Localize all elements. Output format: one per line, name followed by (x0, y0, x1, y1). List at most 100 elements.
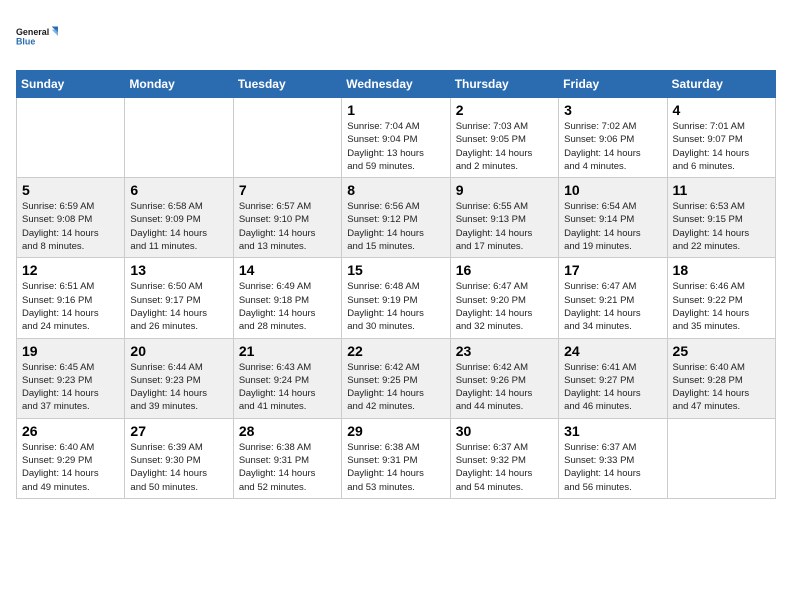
day-number: 24 (564, 343, 661, 359)
day-info: Sunrise: 6:38 AM Sunset: 9:31 PM Dayligh… (347, 441, 444, 494)
day-number: 14 (239, 262, 336, 278)
day-number: 27 (130, 423, 227, 439)
day-number: 8 (347, 182, 444, 198)
day-info: Sunrise: 6:41 AM Sunset: 9:27 PM Dayligh… (564, 361, 661, 414)
day-number: 22 (347, 343, 444, 359)
calendar-cell: 12Sunrise: 6:51 AM Sunset: 9:16 PM Dayli… (17, 258, 125, 338)
day-info: Sunrise: 6:59 AM Sunset: 9:08 PM Dayligh… (22, 200, 119, 253)
week-row-2: 5Sunrise: 6:59 AM Sunset: 9:08 PM Daylig… (17, 178, 776, 258)
calendar-cell (667, 418, 775, 498)
day-number: 3 (564, 102, 661, 118)
day-number: 11 (673, 182, 770, 198)
calendar-cell: 28 Sunrise: 6:38 AM Sunset: 9:31 PM Dayli… (233, 418, 341, 498)
day-number: 15 (347, 262, 444, 278)
day-number: 13 (130, 262, 227, 278)
col-header-monday: Monday (125, 71, 233, 98)
calendar-cell: 19 Sunrise: 6:45 AM Sunset: 9:23 PM Dayli… (17, 338, 125, 418)
week-row-1: 1 Sunrise: 7:04 AM Sunset: 9:04 PM Daylig… (17, 98, 776, 178)
calendar-cell: 17 Sunrise: 6:47 AM Sunset: 9:21 PM Dayli… (559, 258, 667, 338)
day-info: Sunrise: 6:56 AM Sunset: 9:12 PM Dayligh… (347, 200, 444, 253)
calendar-cell: 13 Sunrise: 6:50 AM Sunset: 9:17 PM Dayli… (125, 258, 233, 338)
calendar-cell: 4 Sunrise: 7:01 AM Sunset: 9:07 PM Daylig… (667, 98, 775, 178)
page-header: General Blue (16, 16, 776, 58)
logo: General Blue (16, 16, 58, 58)
day-number: 9 (456, 182, 553, 198)
logo-svg: General Blue (16, 16, 58, 58)
calendar-cell: 25 Sunrise: 6:40 AM Sunset: 9:28 PM Dayli… (667, 338, 775, 418)
col-header-saturday: Saturday (667, 71, 775, 98)
calendar-header-row: SundayMondayTuesdayWednesdayThursdayFrid… (17, 71, 776, 98)
day-number: 17 (564, 262, 661, 278)
col-header-wednesday: Wednesday (342, 71, 450, 98)
day-info: Sunrise: 6:48 AM Sunset: 9:19 PM Dayligh… (347, 280, 444, 333)
calendar-cell: 3 Sunrise: 7:02 AM Sunset: 9:06 PM Daylig… (559, 98, 667, 178)
day-info: Sunrise: 6:40 AM Sunset: 9:28 PM Dayligh… (673, 361, 770, 414)
calendar-cell: 23Sunrise: 6:42 AM Sunset: 9:26 PM Dayli… (450, 338, 558, 418)
day-info: Sunrise: 6:42 AM Sunset: 9:25 PM Dayligh… (347, 361, 444, 414)
day-info: Sunrise: 6:57 AM Sunset: 9:10 PM Dayligh… (239, 200, 336, 253)
week-row-3: 12Sunrise: 6:51 AM Sunset: 9:16 PM Dayli… (17, 258, 776, 338)
day-info: Sunrise: 6:37 AM Sunset: 9:32 PM Dayligh… (456, 441, 553, 494)
day-info: Sunrise: 6:54 AM Sunset: 9:14 PM Dayligh… (564, 200, 661, 253)
day-info: Sunrise: 7:02 AM Sunset: 9:06 PM Dayligh… (564, 120, 661, 173)
day-number: 20 (130, 343, 227, 359)
day-info: Sunrise: 6:50 AM Sunset: 9:17 PM Dayligh… (130, 280, 227, 333)
day-number: 1 (347, 102, 444, 118)
day-number: 31 (564, 423, 661, 439)
day-number: 26 (22, 423, 119, 439)
day-info: Sunrise: 6:42 AM Sunset: 9:26 PM Dayligh… (456, 361, 553, 414)
day-number: 10 (564, 182, 661, 198)
svg-text:Blue: Blue (16, 36, 35, 46)
day-number: 19 (22, 343, 119, 359)
day-number: 25 (673, 343, 770, 359)
day-info: Sunrise: 6:58 AM Sunset: 9:09 PM Dayligh… (130, 200, 227, 253)
calendar-cell: 18Sunrise: 6:46 AM Sunset: 9:22 PM Dayli… (667, 258, 775, 338)
day-info: Sunrise: 6:49 AM Sunset: 9:18 PM Dayligh… (239, 280, 336, 333)
calendar-cell: 21Sunrise: 6:43 AM Sunset: 9:24 PM Dayli… (233, 338, 341, 418)
calendar-cell (17, 98, 125, 178)
calendar-cell: 8 Sunrise: 6:56 AM Sunset: 9:12 PM Daylig… (342, 178, 450, 258)
col-header-sunday: Sunday (17, 71, 125, 98)
calendar-cell: 30 Sunrise: 6:37 AM Sunset: 9:32 PM Dayli… (450, 418, 558, 498)
calendar-cell: 24 Sunrise: 6:41 AM Sunset: 9:27 PM Dayli… (559, 338, 667, 418)
calendar-cell (125, 98, 233, 178)
calendar-cell: 2 Sunrise: 7:03 AM Sunset: 9:05 PM Daylig… (450, 98, 558, 178)
calendar-cell: 9 Sunrise: 6:55 AM Sunset: 9:13 PM Daylig… (450, 178, 558, 258)
day-info: Sunrise: 6:43 AM Sunset: 9:24 PM Dayligh… (239, 361, 336, 414)
calendar-cell: 5Sunrise: 6:59 AM Sunset: 9:08 PM Daylig… (17, 178, 125, 258)
day-number: 16 (456, 262, 553, 278)
calendar-cell: 15 Sunrise: 6:48 AM Sunset: 9:19 PM Dayli… (342, 258, 450, 338)
col-header-thursday: Thursday (450, 71, 558, 98)
calendar-cell: 11 Sunrise: 6:53 AM Sunset: 9:15 PM Dayli… (667, 178, 775, 258)
day-info: Sunrise: 6:44 AM Sunset: 9:23 PM Dayligh… (130, 361, 227, 414)
calendar-cell: 27Sunrise: 6:39 AM Sunset: 9:30 PM Dayli… (125, 418, 233, 498)
day-info: Sunrise: 6:47 AM Sunset: 9:21 PM Dayligh… (564, 280, 661, 333)
day-info: Sunrise: 7:04 AM Sunset: 9:04 PM Dayligh… (347, 120, 444, 173)
calendar-cell: 16Sunrise: 6:47 AM Sunset: 9:20 PM Dayli… (450, 258, 558, 338)
calendar-cell: 1 Sunrise: 7:04 AM Sunset: 9:04 PM Daylig… (342, 98, 450, 178)
day-number: 4 (673, 102, 770, 118)
calendar-cell: 20 Sunrise: 6:44 AM Sunset: 9:23 PM Dayli… (125, 338, 233, 418)
day-info: Sunrise: 7:01 AM Sunset: 9:07 PM Dayligh… (673, 120, 770, 173)
day-info: Sunrise: 6:38 AM Sunset: 9:31 PM Dayligh… (239, 441, 336, 494)
calendar-cell: 29 Sunrise: 6:38 AM Sunset: 9:31 PM Dayli… (342, 418, 450, 498)
calendar-cell (233, 98, 341, 178)
col-header-friday: Friday (559, 71, 667, 98)
week-row-5: 26Sunrise: 6:40 AM Sunset: 9:29 PM Dayli… (17, 418, 776, 498)
day-number: 30 (456, 423, 553, 439)
day-number: 2 (456, 102, 553, 118)
calendar-cell: 22 Sunrise: 6:42 AM Sunset: 9:25 PM Dayli… (342, 338, 450, 418)
day-info: Sunrise: 6:46 AM Sunset: 9:22 PM Dayligh… (673, 280, 770, 333)
day-info: Sunrise: 6:55 AM Sunset: 9:13 PM Dayligh… (456, 200, 553, 253)
calendar-cell: 7Sunrise: 6:57 AM Sunset: 9:10 PM Daylig… (233, 178, 341, 258)
day-info: Sunrise: 7:03 AM Sunset: 9:05 PM Dayligh… (456, 120, 553, 173)
week-row-4: 19 Sunrise: 6:45 AM Sunset: 9:23 PM Dayli… (17, 338, 776, 418)
day-info: Sunrise: 6:51 AM Sunset: 9:16 PM Dayligh… (22, 280, 119, 333)
calendar-cell: 6 Sunrise: 6:58 AM Sunset: 9:09 PM Daylig… (125, 178, 233, 258)
calendar-cell: 31Sunrise: 6:37 AM Sunset: 9:33 PM Dayli… (559, 418, 667, 498)
day-number: 28 (239, 423, 336, 439)
day-info: Sunrise: 6:53 AM Sunset: 9:15 PM Dayligh… (673, 200, 770, 253)
day-number: 6 (130, 182, 227, 198)
day-number: 29 (347, 423, 444, 439)
day-info: Sunrise: 6:45 AM Sunset: 9:23 PM Dayligh… (22, 361, 119, 414)
